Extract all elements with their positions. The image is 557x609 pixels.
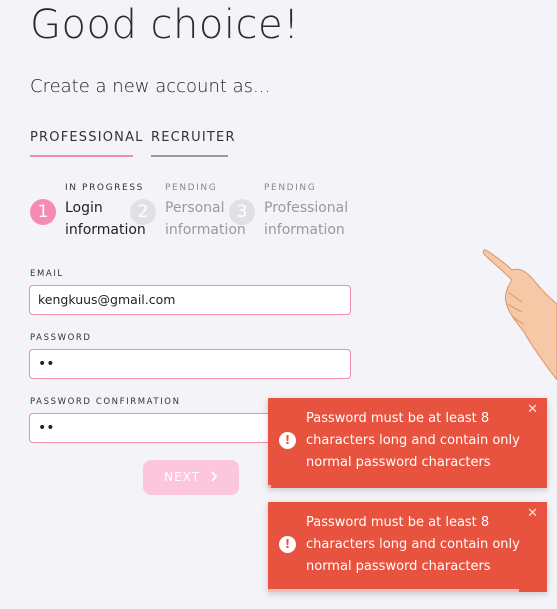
pointing-hand-illustration: [482, 249, 557, 380]
error-toast: ! Password must be at least 8 characters…: [268, 398, 547, 488]
step-title: Professional information: [264, 197, 348, 241]
next-button-label: NEXT: [164, 470, 201, 484]
step-title-line2: information: [65, 222, 146, 238]
page-title: Good choice!: [30, 2, 300, 48]
error-toast: ! Password must be at least 8 characters…: [268, 502, 547, 592]
password-label: PASSWORD: [30, 333, 92, 343]
email-label: EMAIL: [30, 269, 64, 279]
toast-progress-bar: [268, 485, 271, 488]
password-field[interactable]: ••: [29, 349, 351, 379]
step-title-line2: information: [264, 222, 345, 238]
toast-message: Password must be at least 8 characters l…: [306, 411, 520, 470]
step-status: IN PROGRESS: [65, 183, 144, 193]
tab-professional[interactable]: PROFESSIONAL: [30, 130, 142, 157]
chevron-right-icon: [211, 471, 218, 482]
exclamation-circle-icon: !: [279, 536, 296, 553]
close-icon[interactable]: ✕: [527, 506, 538, 521]
next-button[interactable]: NEXT: [143, 460, 239, 495]
email-field[interactable]: kengkuus@gmail.com: [29, 285, 351, 315]
toast-message: Password must be at least 8 characters l…: [306, 515, 520, 574]
step-status: PENDING: [264, 183, 317, 193]
step-number-badge: 3: [229, 199, 255, 225]
step-status: PENDING: [165, 183, 218, 193]
step-number-badge: 1: [30, 199, 56, 225]
toast-progress-bar: [268, 589, 520, 592]
close-icon[interactable]: ✕: [527, 402, 538, 417]
exclamation-circle-icon: !: [279, 432, 296, 449]
step-title-line1: Professional: [264, 200, 349, 216]
step-number-badge: 2: [130, 199, 156, 225]
tab-recruiter[interactable]: RECRUITER: [151, 130, 235, 157]
password-confirmation-label: PASSWORD CONFIRMATION: [30, 397, 181, 407]
page-subtitle: Create a new account as...: [30, 76, 271, 97]
